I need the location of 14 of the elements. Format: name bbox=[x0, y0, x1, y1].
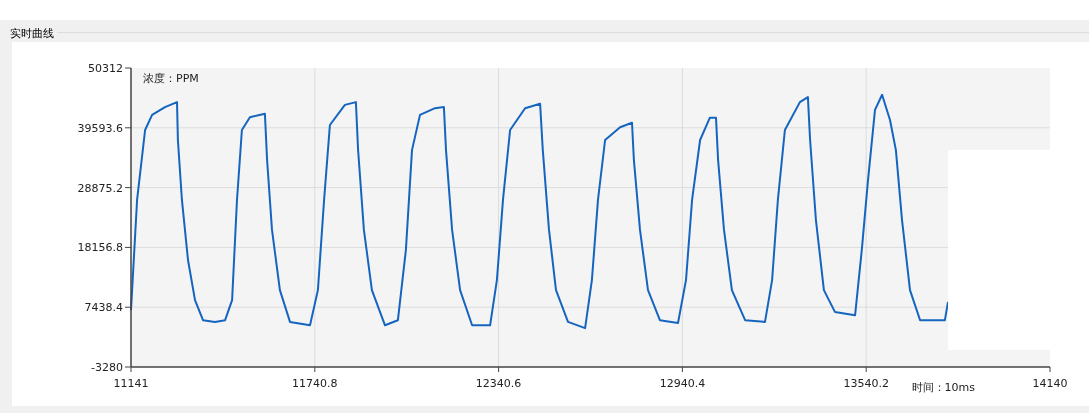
x-axis-title: 时间：10ms bbox=[911, 381, 975, 394]
y-tick-label: 39593.6 bbox=[77, 121, 123, 135]
x-tick-label: 11141 bbox=[113, 377, 149, 390]
x-tick-label: 11740.8 bbox=[292, 377, 338, 390]
x-tick-label: 13540.2 bbox=[843, 377, 889, 390]
x-tick-label: 12940.4 bbox=[659, 377, 706, 390]
y-axis-title: 浓度：PPM bbox=[143, 72, 199, 85]
y-tick-label: 18156.8 bbox=[77, 241, 123, 255]
y-tick-label: 7438.4 bbox=[84, 301, 123, 315]
x-tick-label: 12340.6 bbox=[475, 377, 522, 390]
y-tick-label: 28875.2 bbox=[77, 181, 123, 195]
x-tick-label: 14140 bbox=[1032, 377, 1068, 390]
y-tick-label: 50312 bbox=[88, 62, 123, 75]
y-tick-label: -3280 bbox=[91, 361, 123, 374]
